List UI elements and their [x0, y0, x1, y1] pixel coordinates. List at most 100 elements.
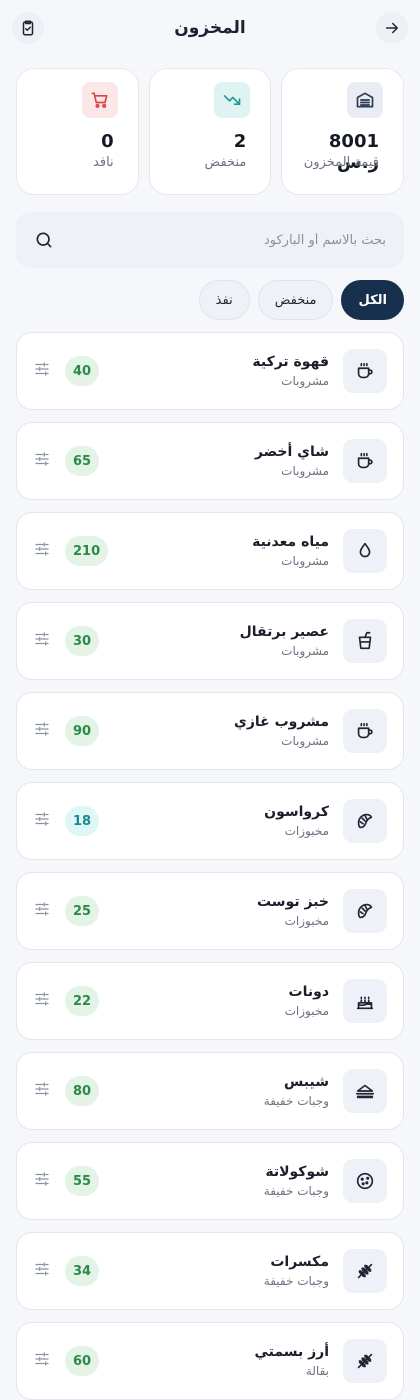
- item-icon-wrap: [343, 889, 387, 933]
- adjust-stock-button[interactable]: [33, 360, 51, 382]
- app-header: المخزون: [0, 0, 420, 56]
- water-drop-icon: [359, 542, 371, 558]
- adjust-stock-button[interactable]: [33, 990, 51, 1012]
- list-item[interactable]: شاي أخضر مشروبات 65: [16, 422, 404, 500]
- coffee-cup-icon: [357, 722, 373, 739]
- trending-down-icon: [223, 95, 241, 105]
- item-category: مشروبات: [281, 464, 329, 478]
- list-item[interactable]: مياه معدنية مشروبات 210: [16, 512, 404, 590]
- item-category: وجبات خفيفة: [263, 1094, 329, 1108]
- sliders-icon: [35, 1172, 49, 1186]
- adjust-stock-button[interactable]: [33, 1350, 51, 1372]
- stat-label: نافد: [93, 155, 114, 170]
- sliders-icon: [35, 992, 49, 1006]
- stats-row: 8001 ر.س قيمة المخزون 2 منخفض 0 نافد: [0, 56, 420, 196]
- adjust-stock-button[interactable]: [33, 630, 51, 652]
- item-name: شيبس: [284, 1074, 329, 1090]
- list-item[interactable]: كرواسون مخبوزات 18: [16, 782, 404, 860]
- clipboard-button[interactable]: [12, 12, 44, 44]
- qty-badge: 80: [65, 1076, 100, 1106]
- item-name: عصير برتقال: [239, 624, 329, 640]
- adjust-stock-button[interactable]: [33, 1080, 51, 1102]
- search-icon[interactable]: [34, 230, 54, 250]
- coffee-cup-icon: [357, 452, 373, 469]
- adjust-stock-button[interactable]: [33, 450, 51, 472]
- filter-chips: الكل منخفض نفذ: [0, 268, 420, 320]
- item-text: شيبس وجبات خفيفة: [99, 1074, 329, 1108]
- item-category: مخبوزات: [284, 824, 329, 838]
- search-input[interactable]: [54, 232, 386, 248]
- item-name: مياه معدنية: [252, 534, 329, 550]
- list-item[interactable]: خبز توست مخبوزات 25: [16, 872, 404, 950]
- qty-badge: 25: [65, 896, 100, 926]
- item-text: شوكولاتة وجبات خفيفة: [99, 1164, 329, 1198]
- item-name: مشروب غازي: [234, 714, 329, 730]
- qty-badge: 65: [65, 446, 100, 476]
- list-item[interactable]: دونات مخبوزات 22: [16, 962, 404, 1040]
- adjust-stock-button[interactable]: [33, 810, 51, 832]
- stat-card-out[interactable]: 0 نافد: [15, 68, 139, 195]
- qty-badge: 34: [65, 1256, 100, 1286]
- filter-chip-out[interactable]: نفذ: [198, 280, 250, 320]
- item-text: عصير برتقال مشروبات: [99, 624, 329, 658]
- croissant-icon: [357, 813, 373, 829]
- list-item[interactable]: عصير برتقال مشروبات 30: [16, 602, 404, 680]
- back-button[interactable]: [376, 12, 408, 44]
- item-name: شاي أخضر: [254, 444, 329, 460]
- item-text: شاي أخضر مشروبات: [99, 444, 329, 478]
- cart-icon: [91, 92, 108, 108]
- inventory-list: قهوة تركية مشروبات 40 شاي أخضر مشروبات 6…: [0, 320, 420, 1400]
- filter-chip-all[interactable]: الكل: [341, 280, 404, 320]
- cup-straw-icon: [358, 631, 372, 650]
- stat-value: 0: [101, 131, 114, 152]
- list-item[interactable]: مشروب غازي مشروبات 90: [16, 692, 404, 770]
- list-item[interactable]: شيبس وجبات خفيفة 80: [16, 1052, 404, 1130]
- wheat-icon: [357, 1353, 373, 1369]
- item-icon-wrap: [343, 1069, 387, 1113]
- adjust-stock-button[interactable]: [33, 540, 51, 562]
- item-icon-wrap: [343, 349, 387, 393]
- adjust-stock-button[interactable]: [33, 1170, 51, 1192]
- qty-badge: 90: [65, 716, 100, 746]
- stat-card-low[interactable]: 2 منخفض: [148, 68, 272, 195]
- stat-card-value[interactable]: 8001 ر.س قيمة المخزون: [281, 68, 404, 195]
- adjust-stock-button[interactable]: [33, 900, 51, 922]
- sliders-icon: [35, 1262, 49, 1276]
- item-name: مكسرات: [270, 1254, 329, 1270]
- item-icon-wrap: [343, 1249, 387, 1293]
- warehouse-icon: [356, 92, 374, 108]
- wheat-icon: [357, 1263, 373, 1279]
- sliders-icon: [35, 1082, 49, 1096]
- item-category: مخبوزات: [284, 1004, 329, 1018]
- item-icon-wrap: [343, 619, 387, 663]
- item-text: مكسرات وجبات خفيفة: [99, 1254, 329, 1288]
- cookie-icon: [356, 1172, 374, 1190]
- page-title: المخزون: [174, 18, 246, 38]
- sliders-icon: [35, 902, 49, 916]
- list-item[interactable]: أرز بسمتي بقالة 60: [16, 1322, 404, 1400]
- qty-badge: 30: [65, 626, 100, 656]
- item-text: مشروب غازي مشروبات: [99, 714, 329, 748]
- item-category: مشروبات: [281, 734, 329, 748]
- list-item[interactable]: قهوة تركية مشروبات 40: [16, 332, 404, 410]
- stat-icon-wrap: [214, 82, 251, 118]
- item-category: مشروبات: [281, 644, 329, 658]
- qty-badge: 40: [65, 356, 100, 386]
- coffee-cup-icon: [357, 362, 373, 379]
- qty-badge: 18: [65, 806, 100, 836]
- qty-badge: 210: [65, 536, 109, 566]
- sliders-icon: [35, 812, 49, 826]
- adjust-stock-button[interactable]: [33, 1260, 51, 1282]
- sliders-icon: [35, 452, 49, 466]
- stat-icon-wrap: [81, 82, 118, 118]
- qty-badge: 60: [65, 1346, 100, 1376]
- item-category: مشروبات: [281, 374, 329, 388]
- item-text: دونات مخبوزات: [99, 984, 329, 1018]
- sliders-icon: [35, 722, 49, 736]
- adjust-stock-button[interactable]: [33, 720, 51, 742]
- list-item[interactable]: مكسرات وجبات خفيفة 34: [16, 1232, 404, 1310]
- qty-badge: 22: [65, 986, 100, 1016]
- filter-chip-low[interactable]: منخفض: [257, 280, 334, 320]
- list-item[interactable]: شوكولاتة وجبات خفيفة 55: [16, 1142, 404, 1220]
- item-text: كرواسون مخبوزات: [99, 804, 329, 838]
